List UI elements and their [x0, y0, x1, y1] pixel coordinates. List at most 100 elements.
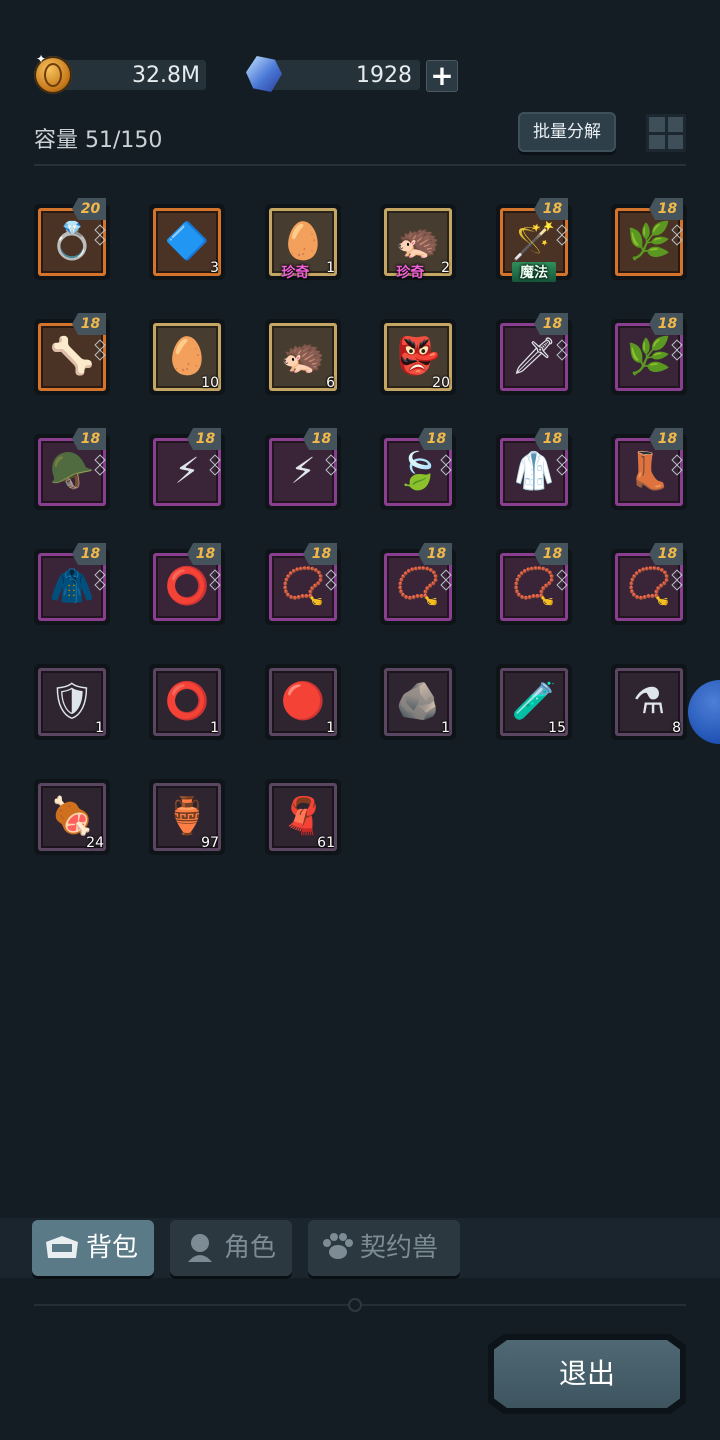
inventory-slot[interactable]: 🥚 1 珍奇	[265, 204, 341, 281]
necklace-icon: 📿	[395, 566, 441, 607]
inventory-slot[interactable]: 🗡 18	[496, 313, 572, 395]
inventory-slot[interactable]: 📿 18	[265, 543, 341, 625]
item-count: 61	[317, 835, 335, 851]
grid-view-icon[interactable]	[646, 114, 686, 152]
inventory-slot[interactable]: ⭕ 1	[149, 664, 225, 740]
item-count: 6	[326, 375, 335, 391]
inventory-slot[interactable]: 🔷 3	[149, 204, 225, 280]
header-divider	[34, 164, 686, 166]
item-level-badge: 18	[187, 428, 221, 450]
item-count: 3	[210, 260, 219, 276]
beast-egg-icon: 🦔	[280, 336, 326, 377]
gold-amount: 32.8M	[132, 63, 200, 88]
inventory-slot[interactable]: ⚡ 18	[265, 428, 341, 510]
item-quality-tag: 魔法	[512, 262, 556, 282]
thorn-armor-icon: 🌿	[626, 221, 672, 262]
item-level-badge: 18	[649, 198, 683, 220]
inventory-slot[interactable]: 👢 18	[611, 428, 687, 510]
tab-character[interactable]: 角色	[170, 1220, 292, 1276]
item-count: 1	[95, 720, 104, 736]
necklace-icon: 📿	[280, 566, 326, 607]
item-level-badge: 18	[187, 543, 221, 565]
inventory-slot[interactable]: ⚡ 18	[149, 428, 225, 510]
inventory-slot[interactable]: 📿 18	[380, 543, 456, 625]
inventory-slot[interactable]: 🌿 18	[611, 313, 687, 395]
inventory-slot[interactable]: 💍 20	[34, 198, 110, 280]
inventory-slot[interactable]: 🪨 1	[380, 664, 456, 740]
blue-cloth-icon: 🧣	[280, 796, 326, 837]
inventory-slot[interactable]: 🦔 6	[265, 319, 341, 395]
potion-icon: 🧪	[511, 681, 557, 722]
dark-ore-icon: 🪨	[395, 681, 441, 722]
inventory-slot[interactable]: 🥚 10	[149, 319, 225, 395]
inventory-slot[interactable]: 🦴 18	[34, 313, 110, 395]
thorn-helmet-icon: 🪖	[49, 451, 95, 492]
item-count: 97	[201, 835, 219, 851]
item-count: 15	[548, 720, 566, 736]
inventory-slot[interactable]: ⭕ 18	[149, 543, 225, 625]
inventory-slot[interactable]: 👺 20	[380, 319, 456, 395]
lightning-wand-icon: ⚡	[290, 451, 316, 492]
item-count: 1	[326, 720, 335, 736]
item-level-badge: 18	[72, 313, 106, 335]
item-quality-tag: 珍奇	[396, 265, 425, 281]
inventory-slot[interactable]: ⚗ 8	[611, 664, 687, 740]
inventory-slot[interactable]: 🛡 1	[34, 664, 110, 740]
add-gems-button[interactable]: +	[426, 60, 458, 92]
item-level-badge: 18	[534, 313, 568, 335]
item-level-badge: 18	[418, 428, 452, 450]
inventory-slot[interactable]: 🧥 18	[34, 543, 110, 625]
tab-backpack-label: 背包	[86, 1233, 139, 1263]
red-potion-icon: 🏺	[164, 796, 210, 837]
green-robe-icon: 🥼	[511, 451, 557, 492]
item-level-badge: 18	[303, 543, 337, 565]
red-ore-icon: 🔴	[280, 681, 326, 722]
tab-contract-beast-label: 契约兽	[360, 1233, 439, 1263]
beast-egg-icon: 🦔	[395, 221, 441, 262]
tab-contract-beast[interactable]: 契约兽	[308, 1220, 460, 1276]
item-level-badge: 18	[72, 428, 106, 450]
item-level-badge: 20	[72, 198, 106, 220]
item-quality-tag: 珍奇	[281, 265, 310, 281]
sparkle-icon: ✦	[36, 52, 47, 66]
item-count: 1	[210, 720, 219, 736]
red-cloak-icon: 🧥	[49, 566, 95, 607]
plus-icon: +	[430, 59, 454, 92]
inventory-slot[interactable]: 🔴 1	[265, 664, 341, 740]
item-count: 24	[86, 835, 104, 851]
inventory-slot[interactable]: 🧪 15	[496, 664, 572, 740]
item-level-badge: 18	[72, 543, 106, 565]
item-count: 1	[326, 260, 335, 276]
item-level-badge: 18	[649, 428, 683, 450]
batch-decompose-button[interactable]: 批量分解	[518, 112, 616, 152]
blue-potion-icon: ⚗	[632, 681, 666, 722]
floating-assist-ball-icon[interactable]	[688, 680, 720, 744]
mask-icon: 👺	[395, 336, 441, 377]
item-level-badge: 18	[303, 428, 337, 450]
exit-button[interactable]: 退出	[488, 1334, 686, 1414]
inventory-slot[interactable]: 📿 18	[611, 543, 687, 625]
inventory-slot[interactable]: 📿 18	[496, 543, 572, 625]
necklace-icon: 📿	[511, 566, 557, 607]
inventory-slot[interactable]: 🦔 2 珍奇	[380, 204, 456, 281]
tab-backpack[interactable]: 背包	[32, 1220, 154, 1276]
item-level-badge: 18	[418, 543, 452, 565]
egg-icon: 🥚	[280, 221, 326, 262]
inventory-slot[interactable]: 🪖 18	[34, 428, 110, 510]
inventory-slot[interactable]: 🏺 97	[149, 779, 225, 855]
item-level-badge: 18	[649, 313, 683, 335]
leaf-gloves-icon: 🍃	[395, 451, 441, 492]
iron-collar-icon: ⭕	[164, 681, 210, 722]
thorn-armor-icon: 🌿	[626, 336, 672, 377]
inventory-slot[interactable]: 🌿 18	[611, 198, 687, 280]
item-count: 8	[672, 720, 681, 736]
item-count: 20	[432, 375, 450, 391]
inventory-slot[interactable]: 🪄 18 魔法	[496, 198, 572, 282]
inventory-slot[interactable]: 🍖 24	[34, 779, 110, 855]
inventory-slot[interactable]: 🍃 18	[380, 428, 456, 510]
inventory-slot[interactable]: 🧣 61	[265, 779, 341, 855]
divider-ornament-icon	[348, 1298, 362, 1312]
inventory-slot[interactable]: 🥼 18	[496, 428, 572, 510]
gauntlet-icon: 🦴	[49, 336, 95, 377]
purple-crystal-icon: 🔷	[164, 221, 210, 262]
